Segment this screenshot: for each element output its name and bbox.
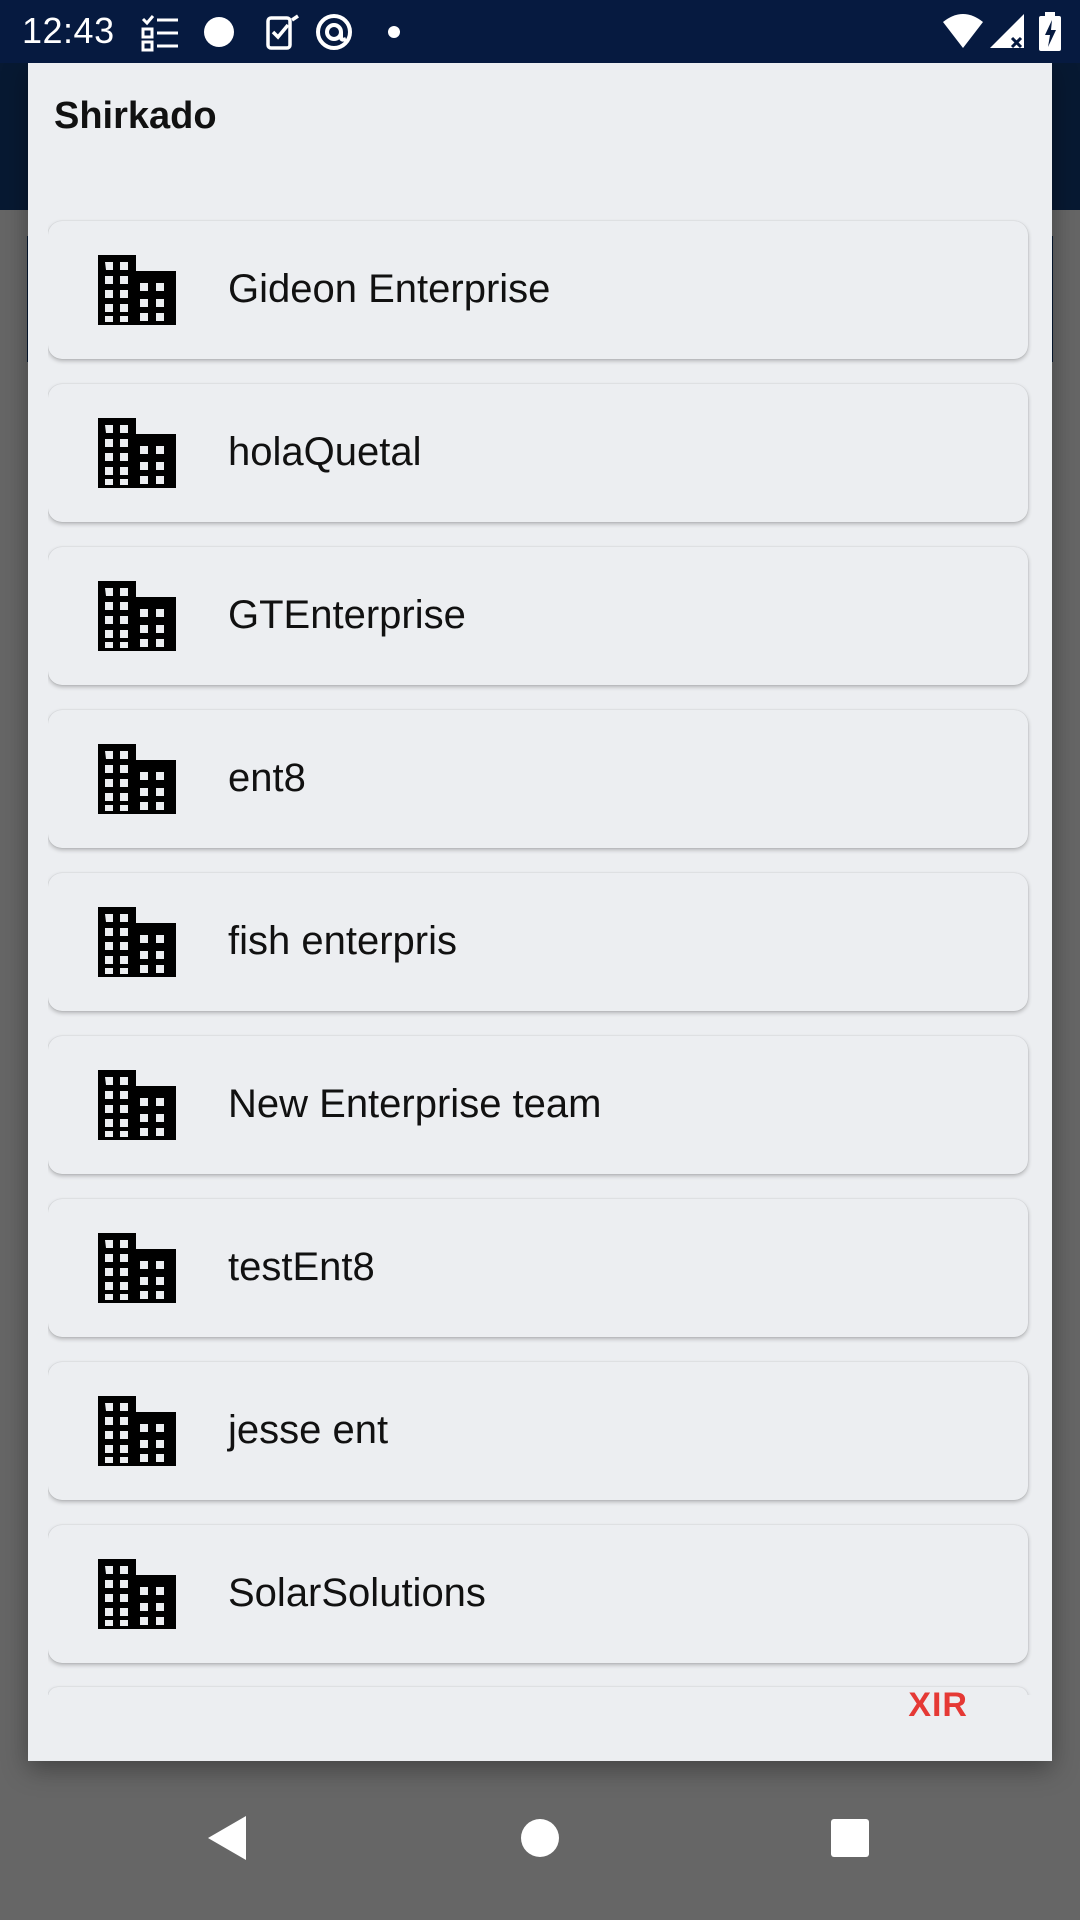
- list-item-partial[interactable]: [48, 1687, 1028, 1695]
- list-item[interactable]: testEnt8: [48, 1199, 1028, 1337]
- building-icon: [98, 1070, 176, 1140]
- enterprise-select-dialog: Shirkado Gideon Enterprise holaQuetal GT…: [28, 63, 1052, 1761]
- list-item[interactable]: Gideon Enterprise: [48, 221, 1028, 359]
- list-item-label: testEnt8: [228, 1245, 375, 1289]
- list-item[interactable]: holaQuetal: [48, 384, 1028, 522]
- wifi-icon: [942, 12, 983, 52]
- list-item[interactable]: fish enterpris: [48, 873, 1028, 1011]
- list-item[interactable]: GTEnterprise: [48, 547, 1028, 685]
- dialog-title: Shirkado: [54, 95, 217, 137]
- home-icon[interactable]: [500, 1798, 580, 1878]
- list-item-label: GTEnterprise: [228, 593, 466, 637]
- circle-icon: [200, 12, 240, 52]
- at-sign-icon: [314, 12, 354, 52]
- list-item[interactable]: jesse ent: [48, 1362, 1028, 1500]
- signal-icon: [988, 12, 1028, 52]
- list-item-label: ent8: [228, 756, 306, 800]
- list-item-label: holaQuetal: [228, 430, 422, 474]
- clipboard-check-icon: [262, 12, 302, 52]
- building-icon: [98, 581, 176, 651]
- list-item-label: New Enterprise team: [228, 1082, 602, 1126]
- status-bar: 12:43: [0, 0, 1080, 63]
- list-item-label: fish enterpris: [228, 919, 457, 963]
- building-icon: [98, 907, 176, 977]
- building-icon: [98, 1233, 176, 1303]
- recents-icon[interactable]: [810, 1798, 890, 1878]
- battery-charging-icon: [1036, 12, 1064, 52]
- list-item[interactable]: ent8: [48, 710, 1028, 848]
- building-icon: [98, 744, 176, 814]
- back-icon[interactable]: [186, 1798, 266, 1878]
- dot-icon: [374, 12, 414, 52]
- list-item-label: SolarSolutions: [228, 1571, 486, 1615]
- close-button[interactable]: XIR: [908, 1686, 968, 1725]
- building-icon: [98, 1396, 176, 1466]
- list-item[interactable]: SolarSolutions: [48, 1525, 1028, 1663]
- list-item-label: jesse ent: [228, 1408, 389, 1452]
- building-icon: [98, 1559, 176, 1629]
- building-icon: [98, 255, 176, 325]
- navigation-bar: [0, 1762, 1080, 1920]
- building-icon: [98, 418, 176, 488]
- list-item-label: Gideon Enterprise: [228, 267, 551, 311]
- status-time: 12:43: [22, 10, 115, 51]
- enterprise-list[interactable]: Gideon Enterprise holaQuetal GTEnterpris…: [48, 157, 1032, 1695]
- checklist-icon: [140, 12, 180, 52]
- list-item[interactable]: New Enterprise team: [48, 1036, 1028, 1174]
